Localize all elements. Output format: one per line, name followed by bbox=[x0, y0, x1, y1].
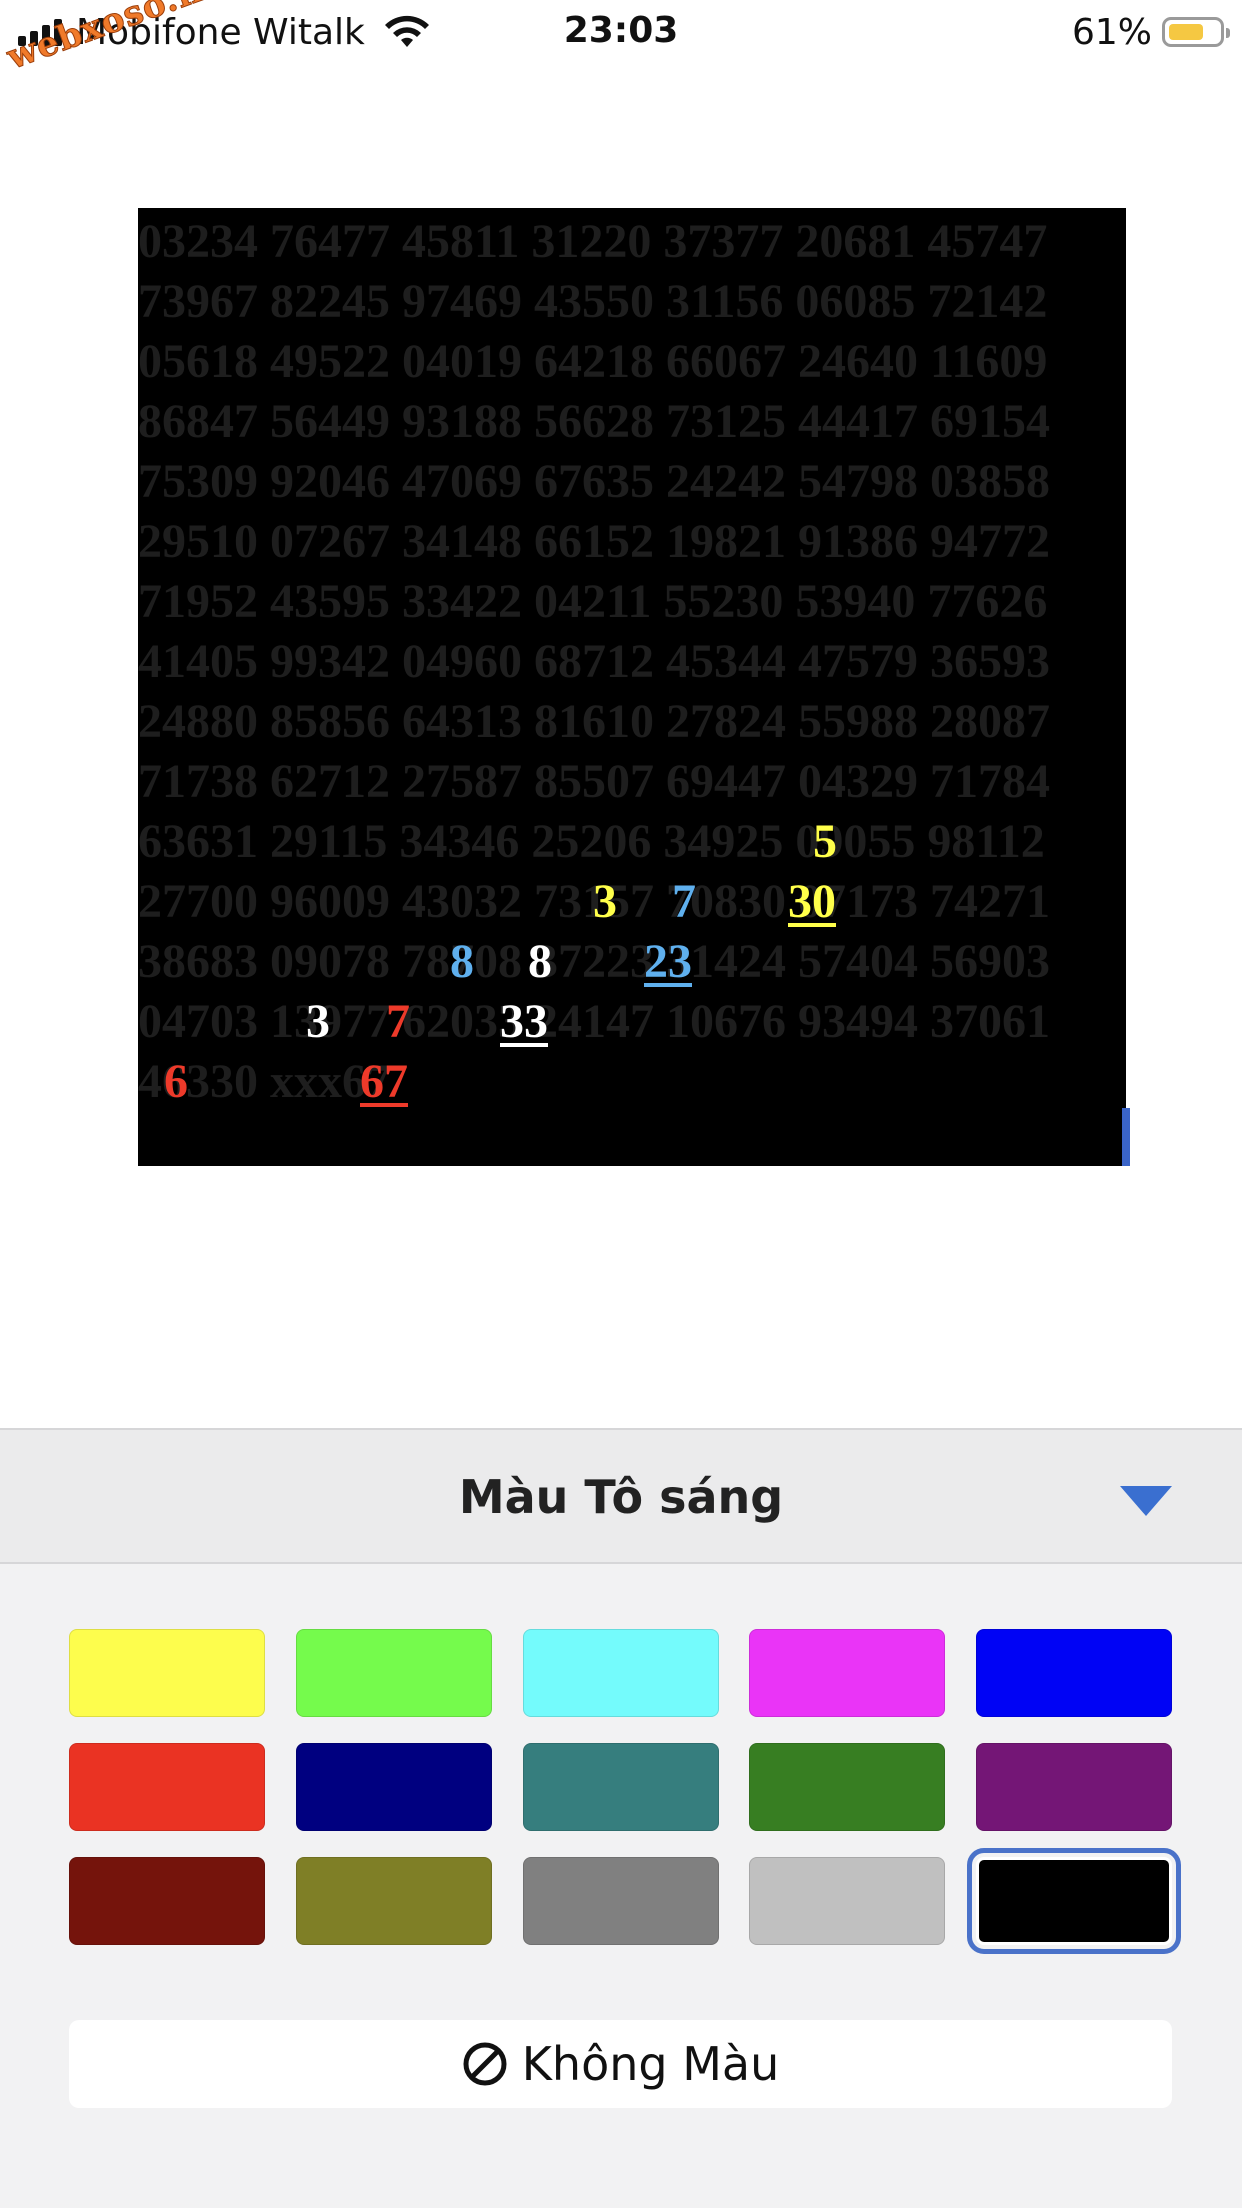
highlight-digit[interactable]: 7 bbox=[672, 874, 696, 929]
text-cursor-handle[interactable] bbox=[1122, 1108, 1130, 1166]
highlight-digit[interactable]: 8 bbox=[528, 934, 552, 989]
highlight-digit[interactable]: 3 bbox=[593, 874, 617, 929]
board-row: 29510 07267 34148 66152 19821 91386 9477… bbox=[138, 515, 1050, 568]
color-swatch-purple[interactable] bbox=[976, 1743, 1172, 1831]
battery-icon bbox=[1162, 17, 1230, 47]
highlight-digit[interactable]: 3 bbox=[306, 994, 330, 1049]
color-swatch-yellow[interactable] bbox=[69, 1629, 265, 1717]
highlight-digit[interactable]: 6 bbox=[164, 1054, 188, 1109]
color-swatch-dark-green[interactable] bbox=[749, 1743, 945, 1831]
color-swatch-blue[interactable] bbox=[976, 1629, 1172, 1717]
board-row: 27700 96009 43032 73157 70830 07173 7427… bbox=[138, 875, 1050, 928]
board-row: 24880 85856 64313 81610 27824 55988 2808… bbox=[138, 695, 1050, 748]
sheet-header: Màu Tô sáng bbox=[0, 1428, 1242, 1564]
board-row: 75309 92046 47069 67635 24242 54798 0385… bbox=[138, 455, 1050, 508]
battery-percent: 61% bbox=[1071, 11, 1152, 53]
highlight-number[interactable]: 23 bbox=[644, 934, 692, 989]
status-right: 61% bbox=[1071, 10, 1230, 54]
no-color-icon bbox=[463, 2042, 507, 2086]
clock: 23:03 bbox=[563, 10, 679, 51]
highlight-number[interactable]: 67 bbox=[360, 1054, 408, 1109]
board-row: 03234 76477 45811 31220 37377 20681 4574… bbox=[138, 215, 1048, 268]
highlight-digit[interactable]: 8 bbox=[450, 934, 474, 989]
color-swatch-olive[interactable] bbox=[296, 1857, 492, 1945]
board-row: 46330 xxx67 bbox=[138, 1055, 390, 1108]
color-swatch-silver[interactable] bbox=[749, 1857, 945, 1945]
highlight-number[interactable]: 33 bbox=[500, 994, 548, 1049]
highlight-color-sheet: Màu Tô sáng Không Màu bbox=[0, 1428, 1242, 2208]
board-row: 41405 99342 04960 68712 45344 47579 3659… bbox=[138, 635, 1050, 688]
board-row: 05618 49522 04019 64218 66067 24640 1160… bbox=[138, 335, 1048, 388]
color-swatch-magenta[interactable] bbox=[749, 1629, 945, 1717]
highlight-digit[interactable]: 7 bbox=[386, 994, 410, 1049]
board-row: 71738 62712 27587 85507 69447 04329 7178… bbox=[138, 755, 1050, 808]
chevron-down-icon[interactable] bbox=[1118, 1484, 1174, 1518]
highlight-digit[interactable]: 5 bbox=[813, 814, 837, 869]
color-swatch-green[interactable] bbox=[296, 1629, 492, 1717]
color-swatch-maroon[interactable] bbox=[69, 1857, 265, 1945]
board-row: 38683 09078 78708 37223 31424 57404 5690… bbox=[138, 935, 1050, 988]
board-row: 86847 56449 93188 56628 73125 44417 6915… bbox=[138, 395, 1050, 448]
no-color-label: Không Màu bbox=[521, 2037, 780, 2091]
color-swatch-teal[interactable] bbox=[523, 1743, 719, 1831]
number-board[interactable]: 03234 76477 45811 31220 37377 20681 4574… bbox=[138, 208, 1126, 1166]
highlight-number[interactable]: 30 bbox=[788, 874, 836, 929]
color-swatch-cyan[interactable] bbox=[523, 1629, 719, 1717]
color-swatch-black[interactable] bbox=[967, 1848, 1181, 1954]
color-swatch-red[interactable] bbox=[69, 1743, 265, 1831]
board-row: 73967 82245 97469 43550 31156 06085 7214… bbox=[138, 275, 1048, 328]
board-row: 71952 43595 33422 04211 55230 53940 7762… bbox=[138, 575, 1048, 628]
sheet-title: Màu Tô sáng bbox=[458, 1470, 784, 1524]
board-row: 63631 29115 34346 25206 34925 09055 9811… bbox=[138, 815, 1045, 868]
no-color-button[interactable]: Không Màu bbox=[69, 2020, 1172, 2108]
color-swatch-navy[interactable] bbox=[296, 1743, 492, 1831]
color-swatch-gray[interactable] bbox=[523, 1857, 719, 1945]
board-row: 04703 13977 62033 24147 10676 93494 3706… bbox=[138, 995, 1050, 1048]
